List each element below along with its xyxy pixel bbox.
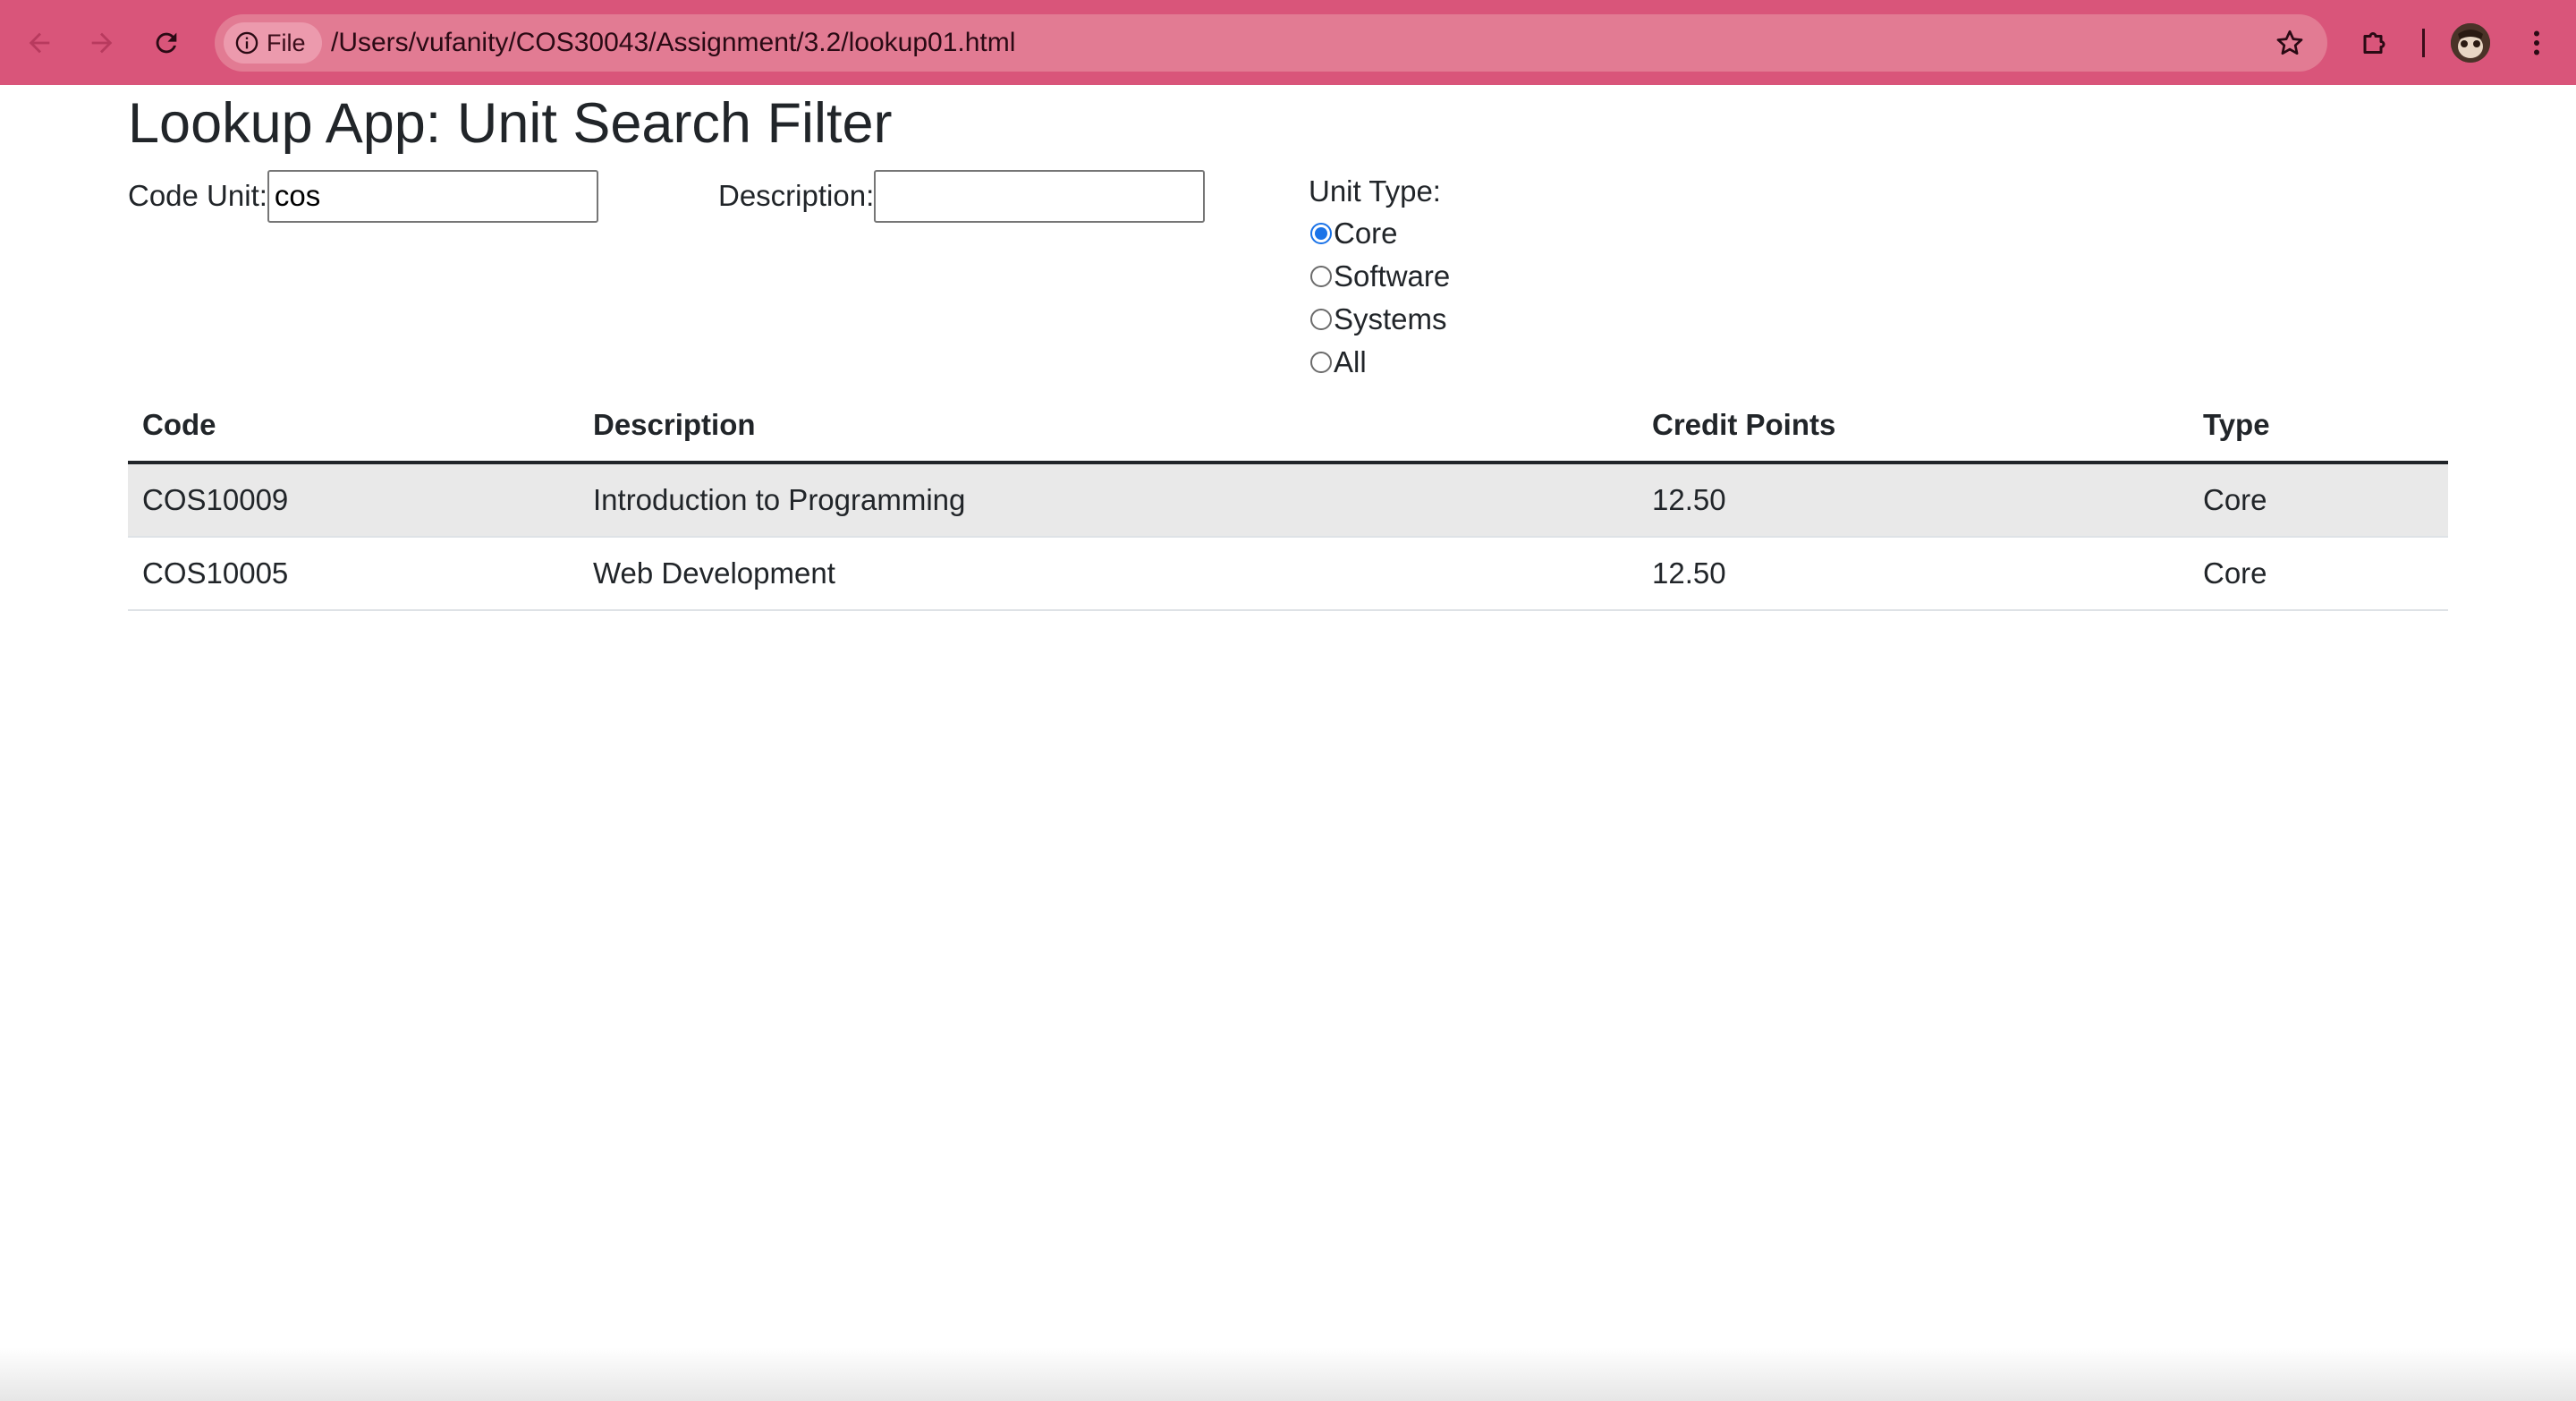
toolbar-divider [2422, 29, 2425, 57]
address-bar[interactable]: File /Users/vufanity/COS30043/Assignment… [215, 14, 2327, 72]
header-credit-points: Credit Points [1638, 389, 2189, 464]
cell-credit-points: 12.50 [1638, 537, 2189, 611]
kebab-menu-icon [2534, 30, 2539, 55]
radio-label-all: All [1334, 345, 1367, 378]
browser-menu-button[interactable] [2512, 18, 2562, 68]
radio-button-software[interactable] [1310, 266, 1332, 287]
radio-option-all[interactable]: All [1309, 341, 1450, 384]
radio-option-software[interactable]: Software [1309, 255, 1450, 298]
avatar-icon [2451, 23, 2490, 63]
table-header-row: Code Description Credit Points Type [128, 389, 2448, 464]
window-bottom-shadow [0, 1347, 2576, 1401]
units-table: Code Description Credit Points Type COS1… [128, 389, 2448, 611]
forward-button[interactable] [77, 18, 127, 68]
profile-avatar[interactable] [2451, 23, 2490, 63]
bookmark-star-icon[interactable] [2274, 27, 2306, 59]
cell-code: COS10005 [128, 537, 579, 611]
cell-type: Core [2189, 463, 2448, 538]
page-title: Lookup App: Unit Search Filter [128, 92, 893, 155]
radio-label-systems: Systems [1334, 302, 1447, 335]
header-code: Code [128, 389, 579, 464]
description-field: Description: [718, 169, 1206, 223]
radio-button-systems[interactable] [1310, 309, 1332, 330]
code-unit-input[interactable] [267, 169, 598, 223]
reload-icon [156, 32, 177, 54]
cell-description: Web Development [579, 537, 1638, 611]
puzzle-piece-icon [2363, 32, 2385, 54]
info-icon [235, 31, 258, 55]
radio-button-core[interactable] [1310, 223, 1332, 244]
radio-label-software: Software [1334, 259, 1451, 293]
header-type: Type [2189, 389, 2448, 464]
unit-type-label: Unit Type: [1309, 174, 1441, 208]
table-row: COS10005 Web Development 12.50 Core [128, 537, 2448, 611]
extensions-button[interactable] [2351, 18, 2401, 68]
arrow-left-icon [29, 32, 50, 54]
description-input[interactable] [874, 169, 1206, 223]
radio-option-core[interactable]: Core [1309, 212, 1450, 255]
cell-description: Introduction to Programming [579, 463, 1638, 538]
header-description: Description [579, 389, 1638, 464]
file-chip-label: File [267, 29, 306, 56]
table-row: COS10009 Introduction to Programming 12.… [128, 463, 2448, 538]
radio-option-systems[interactable]: Systems [1309, 298, 1450, 341]
description-label: Description: [718, 179, 875, 212]
site-info-chip[interactable]: File [224, 22, 322, 64]
browser-toolbar: File /Users/vufanity/COS30043/Assignment… [0, 0, 2576, 85]
arrow-right-icon [91, 32, 113, 54]
url-text[interactable]: /Users/vufanity/COS30043/Assignment/3.2/… [331, 14, 1015, 72]
code-unit-field: Code Unit: [128, 169, 598, 223]
unit-type-radio-group: Unit Type: Core Software Systems All [1309, 171, 1450, 384]
radio-label-core: Core [1334, 217, 1398, 250]
back-button[interactable] [14, 18, 64, 68]
cell-credit-points: 12.50 [1638, 463, 2189, 538]
radio-button-all[interactable] [1310, 352, 1332, 373]
code-unit-label: Code Unit: [128, 179, 267, 212]
cell-type: Core [2189, 537, 2448, 611]
cell-code: COS10009 [128, 463, 579, 538]
reload-button[interactable] [141, 18, 191, 68]
